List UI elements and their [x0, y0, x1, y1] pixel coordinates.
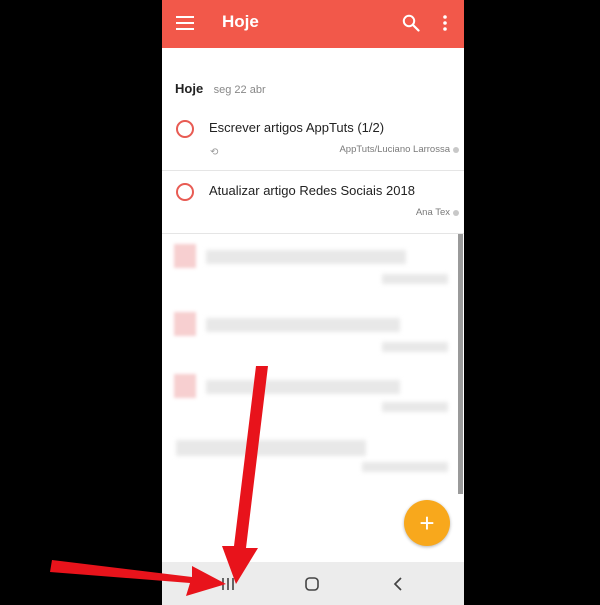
add-task-button[interactable]: +	[404, 500, 450, 546]
task-checkbox[interactable]	[176, 120, 194, 138]
task-item[interactable]: Atualizar artigo Redes Sociais 2018 Ana …	[162, 171, 464, 234]
blurred-task	[162, 434, 452, 494]
repeat-icon: ⟲	[210, 147, 219, 158]
more-vert-icon[interactable]	[442, 14, 448, 32]
task-project: AppTuts/Luciano Larrossa	[339, 144, 450, 155]
back-icon[interactable]	[378, 570, 418, 598]
date-heading-sub: seg 22 abr	[213, 84, 266, 96]
scrollbar[interactable]	[458, 234, 463, 494]
task-checkbox[interactable]	[176, 183, 194, 201]
page-title: Hoje	[222, 12, 259, 31]
task-item[interactable]: Escrever artigos AppTuts (1/2) ⟲ AppTuts…	[162, 108, 464, 171]
date-heading-label: Hoje	[175, 81, 204, 96]
hamburger-menu-icon[interactable]	[176, 16, 194, 30]
app-bar: Hoje	[162, 0, 464, 48]
project-color-dot	[453, 147, 459, 153]
recent-apps-icon[interactable]	[208, 570, 248, 598]
task-name: Escrever artigos AppTuts (1/2)	[209, 120, 385, 135]
home-icon[interactable]	[292, 570, 332, 598]
project-color-dot	[453, 210, 459, 216]
system-nav-bar	[162, 562, 464, 605]
task-name: Atualizar artigo Redes Sociais 2018	[209, 183, 415, 198]
blurred-task	[162, 370, 452, 430]
blurred-task	[162, 306, 452, 366]
task-project: Ana Tex	[415, 207, 450, 218]
blurred-task	[162, 238, 452, 298]
search-icon[interactable]	[402, 14, 420, 32]
phone-screen: Hoje Hoje seg 22 abr Escrever artigos Ap…	[162, 0, 464, 605]
date-heading: Hoje seg 22 abr	[175, 80, 266, 98]
